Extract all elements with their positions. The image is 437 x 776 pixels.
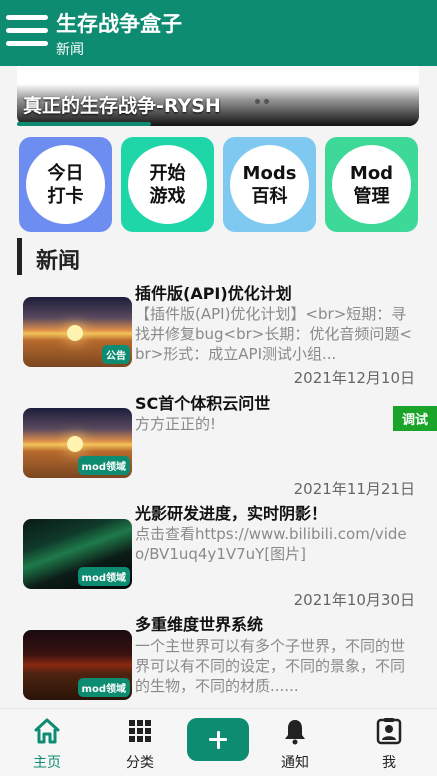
news-summary: 点击查看https://www.bilibili.com/video/BV1uq… — [135, 525, 407, 563]
news-date: 2021年11月21日 — [293, 480, 415, 498]
app-bar: 生存战争盒子 新闻 — [0, 0, 437, 66]
nav-category-label: 分类 — [126, 755, 154, 771]
category-badge: mod领域 — [77, 567, 130, 586]
news-thumbnail: mod领域 — [23, 408, 132, 478]
profile-icon — [376, 718, 402, 745]
section-marker — [17, 238, 22, 275]
app-title: 生存战争盒子 — [56, 12, 182, 36]
tile-label: 开始 — [149, 162, 186, 184]
news-title: SC首个体积云问世 — [135, 394, 271, 413]
quick-actions: 今日 打卡 开始 游戏 Mods 百科 Mod 管理 — [19, 137, 419, 232]
news-item[interactable]: mod领域 SC首个体积云问世 方方正正的! 2021年11月21日 — [0, 390, 437, 500]
banner-progress-indicator — [17, 122, 151, 126]
news-item[interactable]: 公告 插件版(API)优化计划 【插件版(API)优化计划】<br>短期：寻找并… — [0, 280, 437, 390]
news-title: 光影研发进度，实时阴影！ — [135, 504, 328, 523]
tile-label: Mod — [349, 162, 394, 184]
tile-start-game[interactable]: 开始 游戏 — [121, 137, 214, 232]
debug-button[interactable]: 调试 — [393, 406, 437, 431]
news-summary: 【插件版(API)优化计划】<br>短期：寻找并修复bug<br>长期：优化音频… — [135, 305, 412, 363]
news-title: 多重维度世界系统 — [135, 615, 264, 634]
nav-category[interactable]: 分类 — [100, 709, 180, 776]
bottom-nav: 主页 分类 通知 我 — [0, 708, 437, 776]
news-summary: 一个主世界可以有多个子世界，不同的世界可以有不同的设定，不同的景象，不同的生物，… — [135, 637, 406, 695]
plus-icon[interactable] — [187, 718, 249, 761]
news-item[interactable]: mod领域 多重维度世界系统 一个主世界可以有多个子世界，不同的世界可以有不同的… — [0, 611, 437, 706]
news-thumbnail: 公告 — [23, 297, 132, 367]
nav-profile[interactable]: 我 — [349, 709, 429, 776]
tile-checkin[interactable]: 今日 打卡 — [19, 137, 112, 232]
tile-label: Mods — [242, 162, 297, 184]
tile-label: 管理 — [353, 185, 390, 207]
nav-notifications-label: 通知 — [281, 755, 309, 771]
category-badge: mod领域 — [77, 678, 130, 697]
grid-icon — [129, 720, 151, 742]
tile-label: 游戏 — [149, 185, 186, 207]
news-thumbnail: mod领域 — [23, 519, 132, 589]
menu-icon[interactable] — [6, 13, 48, 49]
tile-label: 打卡 — [47, 185, 84, 207]
news-item[interactable]: mod领域 光影研发进度，实时阴影！ 点击查看https://www.bilib… — [0, 500, 437, 610]
news-title: 插件版(API)优化计划 — [135, 284, 292, 303]
news-date: 2021年10月30日 — [293, 591, 415, 609]
nav-notifications[interactable]: 通知 — [255, 709, 335, 776]
news-summary: 方方正正的! — [135, 415, 217, 433]
carousel-dots — [255, 99, 269, 104]
bell-icon — [285, 720, 305, 745]
news-date: 2021年12月10日 — [293, 369, 415, 387]
nav-home[interactable]: 主页 — [7, 709, 87, 776]
tile-label: 百科 — [251, 185, 288, 207]
category-badge: 公告 — [102, 345, 130, 364]
app-subtitle: 新闻 — [56, 42, 84, 58]
section-title: 新闻 — [36, 249, 81, 274]
news-thumbnail: mod领域 — [23, 630, 132, 700]
home-icon — [34, 718, 60, 744]
category-badge: mod领域 — [77, 456, 130, 475]
tile-label: 今日 — [47, 162, 84, 184]
tile-mods-wiki[interactable]: Mods 百科 — [223, 137, 316, 232]
banner-title: 真正的生存战争-RYSH — [23, 95, 221, 117]
banner-carousel[interactable]: 真正的生存战争-RYSH — [17, 66, 419, 126]
tile-mod-manage[interactable]: Mod 管理 — [325, 137, 418, 232]
nav-home-label: 主页 — [33, 755, 61, 771]
nav-profile-label: 我 — [382, 755, 396, 771]
